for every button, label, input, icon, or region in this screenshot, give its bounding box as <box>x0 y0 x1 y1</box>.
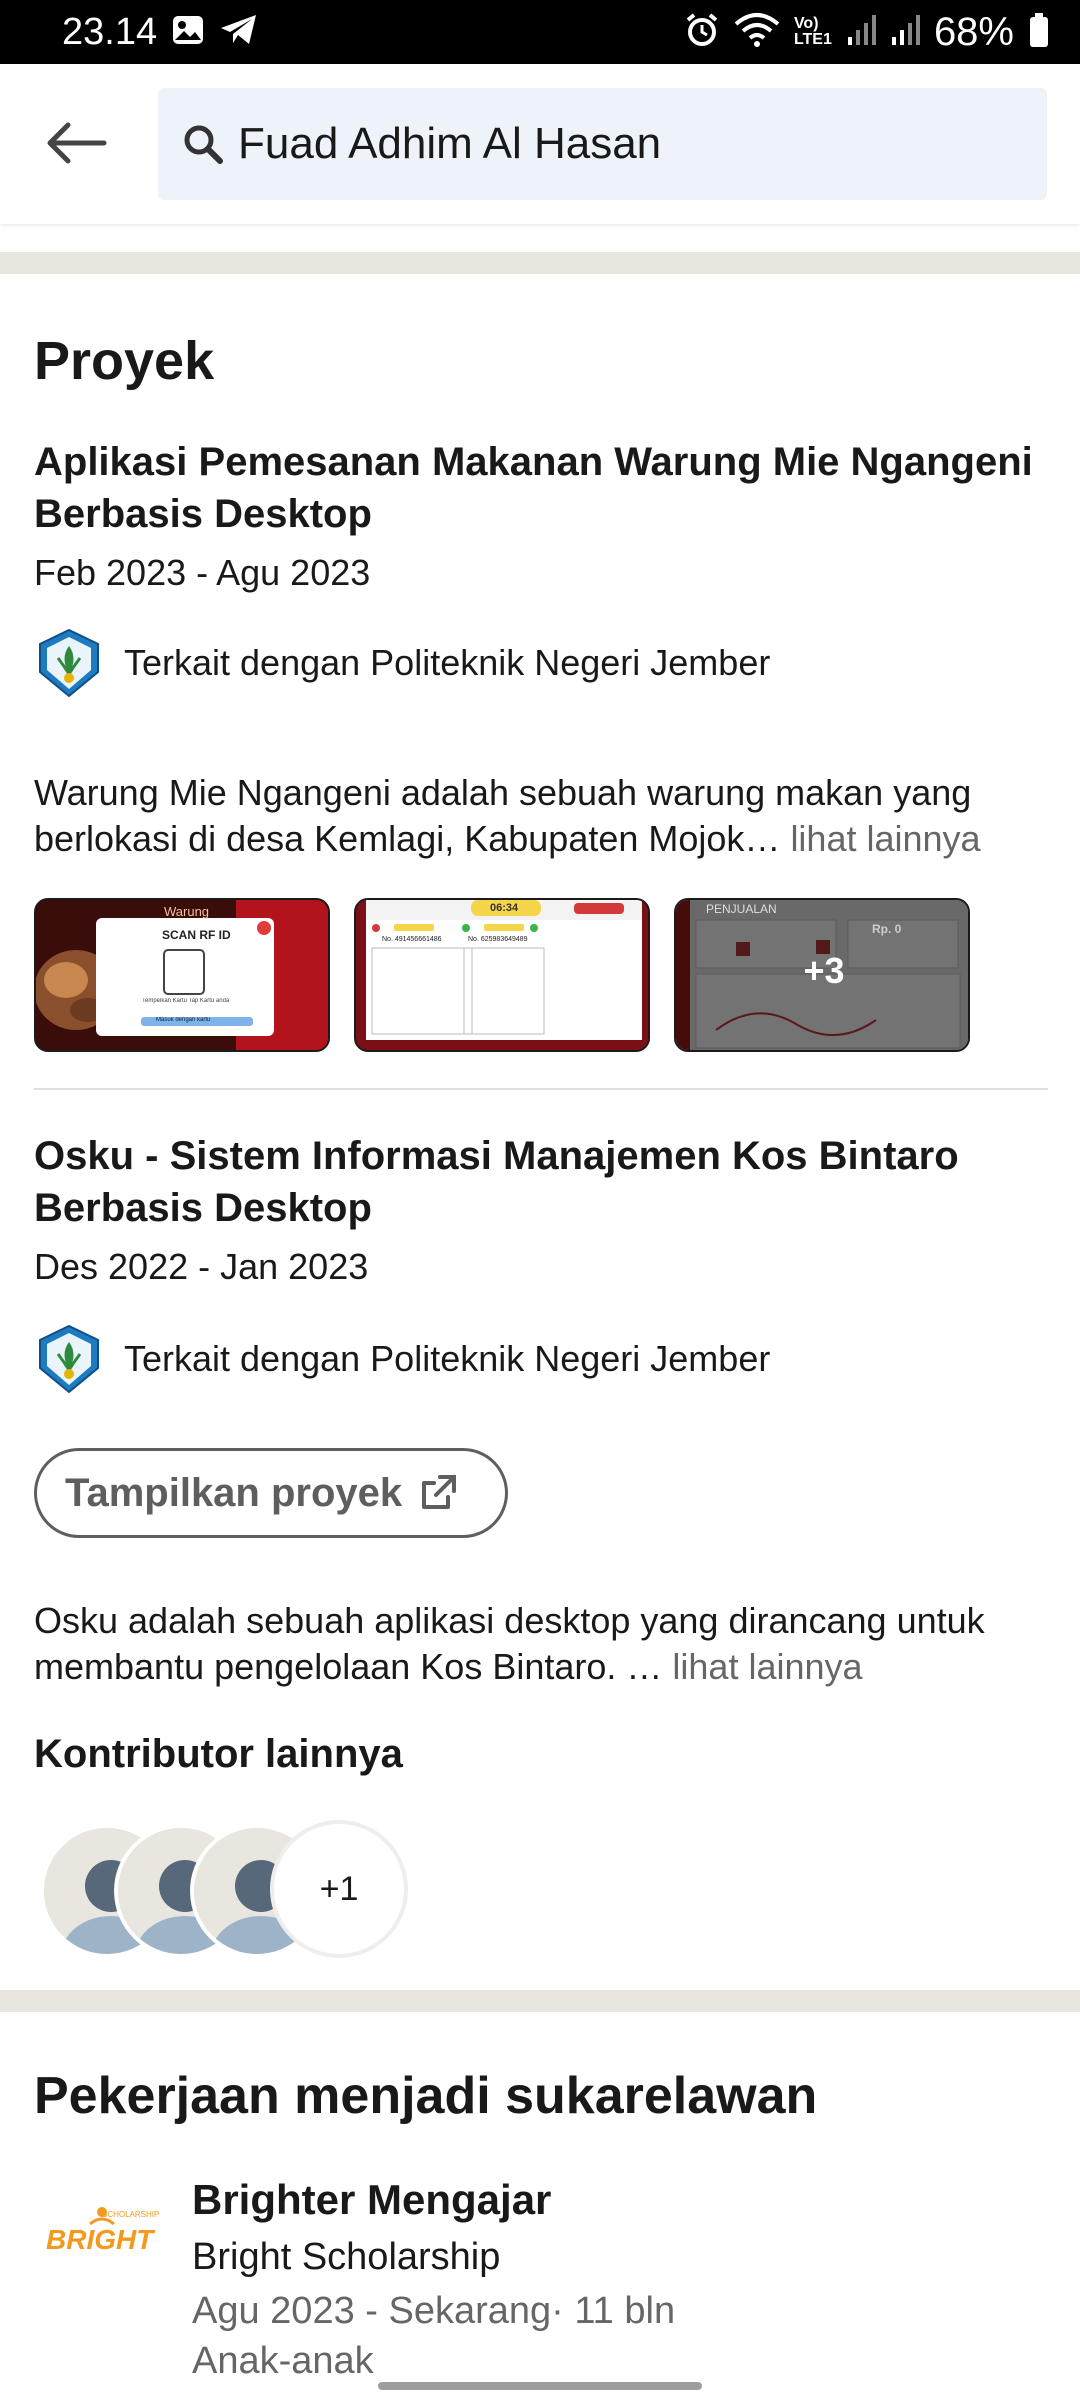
project-description: Warung Mie Ngangeni adalah sebuah warung… <box>34 770 1054 862</box>
status-right: Vo) LTE1 68% <box>684 10 1050 55</box>
project-title[interactable]: Osku - Sistem Informasi Manajemen Kos Bi… <box>34 1130 1044 1234</box>
wifi-icon <box>734 12 780 53</box>
section-divider-band <box>0 252 1080 274</box>
status-left: 23.14 <box>62 11 259 54</box>
contributors-title: Kontributor lainnya <box>34 1732 403 1776</box>
status-time: 23.14 <box>62 10 158 53</box>
section-title-projects: Proyek <box>34 331 215 391</box>
volunteer-organization: Bright Scholarship <box>192 2236 501 2278</box>
back-button[interactable] <box>36 110 116 176</box>
polije-logo-icon <box>39 1324 99 1394</box>
top-header: Fuad Adhim Al Hasan <box>0 64 1080 224</box>
media-thumbnail[interactable]: 06:34 No. 491456661486 No. 625983649489 <box>354 898 650 1052</box>
section-divider-band <box>0 1990 1080 2012</box>
thumb1-caption: Tempelkan Kartu Tap Kartu anda <box>142 998 230 1004</box>
more-contributors-badge[interactable]: +1 <box>270 1820 408 1958</box>
battery-icon <box>1028 12 1050 53</box>
battery-percent: 68% <box>933 9 1014 54</box>
project-title[interactable]: Aplikasi Pemesanan Makanan Warung Mie Ng… <box>34 436 1044 540</box>
search-query: Fuad Adhim Al Hasan <box>238 119 662 168</box>
external-link-icon <box>422 1475 457 1509</box>
signal-icon <box>846 13 876 52</box>
logo-word: BRIGHT <box>46 2224 154 2255</box>
alarm-icon <box>684 12 720 53</box>
thumbnail-image <box>36 900 328 1050</box>
thumb3-amount: Rp. 0 <box>872 922 902 936</box>
project-date: Des 2022 - Jan 2023 <box>34 1246 369 1287</box>
project-description: Osku adalah sebuah aplikasi desktop yang… <box>34 1598 1054 1690</box>
search-input[interactable]: Fuad Adhim Al Hasan <box>158 88 1047 200</box>
divider <box>34 1088 1048 1090</box>
polije-logo-icon <box>39 628 99 698</box>
volunteer-cause: Anak-anak <box>192 2340 374 2380</box>
thumb1-banner: Warung <box>164 904 210 919</box>
thumb2-number: No. 625983649489 <box>468 936 528 943</box>
thumb3-title: PENJUALAN <box>706 902 777 916</box>
media-thumbnail-more[interactable]: PENJUALAN Rp. 0 +3 <box>674 898 970 1052</box>
see-more-link[interactable]: lihat lainnya <box>790 818 980 859</box>
logo-small-text: SCHOLARSHIP <box>102 2210 160 2219</box>
home-indicator[interactable] <box>378 2382 702 2390</box>
thumbnail-image <box>356 900 648 1050</box>
status-bar: 23.14 Vo) LTE1 68% <box>0 0 1080 64</box>
project-association[interactable]: Terkait dengan Politeknik Negeri Jember <box>34 628 770 698</box>
association-text: Terkait dengan Politeknik Negeri Jember <box>124 1338 771 1379</box>
show-project-label: Tampilkan proyek <box>65 1470 403 1515</box>
thumb2-timer: 06:34 <box>490 902 519 914</box>
signal-icon <box>890 13 920 52</box>
network-label: Vo) LTE1 <box>793 15 832 48</box>
association-text: Terkait dengan Politeknik Negeri Jember <box>124 642 771 683</box>
gallery-icon <box>171 13 205 52</box>
show-project-button[interactable]: Tampilkan proyek <box>34 1448 508 1538</box>
section-title-volunteer: Pekerjaan menjadi sukarelawan <box>34 2067 818 2125</box>
see-more-link[interactable]: lihat lainnya <box>672 1646 862 1687</box>
more-media-count: +3 <box>803 950 845 991</box>
telegram-icon <box>219 13 259 52</box>
project-association[interactable]: Terkait dengan Politeknik Negeri Jember <box>34 1324 770 1394</box>
thumb2-number: No. 491456661486 <box>382 936 442 943</box>
thumb1-title: SCAN RF ID <box>162 928 231 942</box>
media-thumbnail[interactable]: Warung SCAN RF ID Tempelkan Kartu Tap Ka… <box>34 898 330 1052</box>
volunteer-role[interactable]: Brighter Mengajar <box>192 2176 551 2224</box>
organization-logo[interactable]: SCHOLARSHIP BRIGHT <box>40 2200 164 2280</box>
project-date: Feb 2023 - Agu 2023 <box>34 552 371 593</box>
arrow-left-icon <box>47 122 107 164</box>
search-icon <box>184 125 223 164</box>
thumb1-button: Masuk dengan kartu <box>156 1017 211 1023</box>
volunteer-date: Agu 2023 - Sekarang· 11 bln <box>192 2290 676 2332</box>
